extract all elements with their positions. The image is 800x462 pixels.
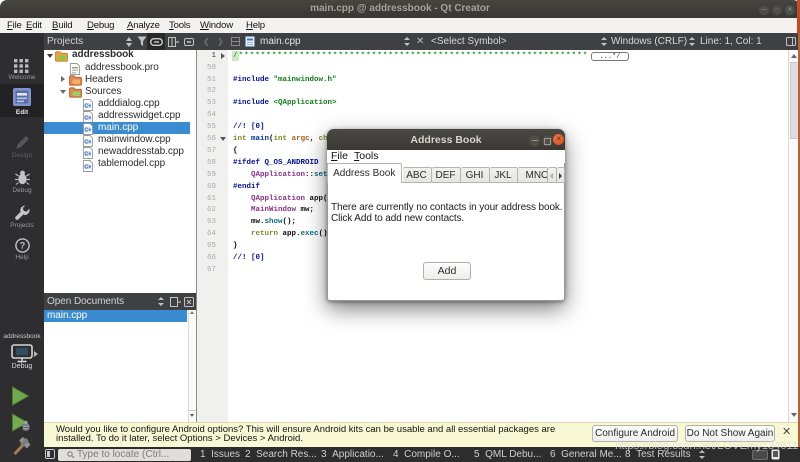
svg-text:C+: C+ <box>84 128 91 134</box>
svg-text:C+: C+ <box>84 115 91 121</box>
svg-text:C+: C+ <box>84 152 91 158</box>
svg-text:C+: C+ <box>84 164 91 170</box>
svg-text:C+: C+ <box>84 140 91 146</box>
svg-text:C+: C+ <box>84 103 91 109</box>
svg-text:?: ? <box>20 241 26 251</box>
